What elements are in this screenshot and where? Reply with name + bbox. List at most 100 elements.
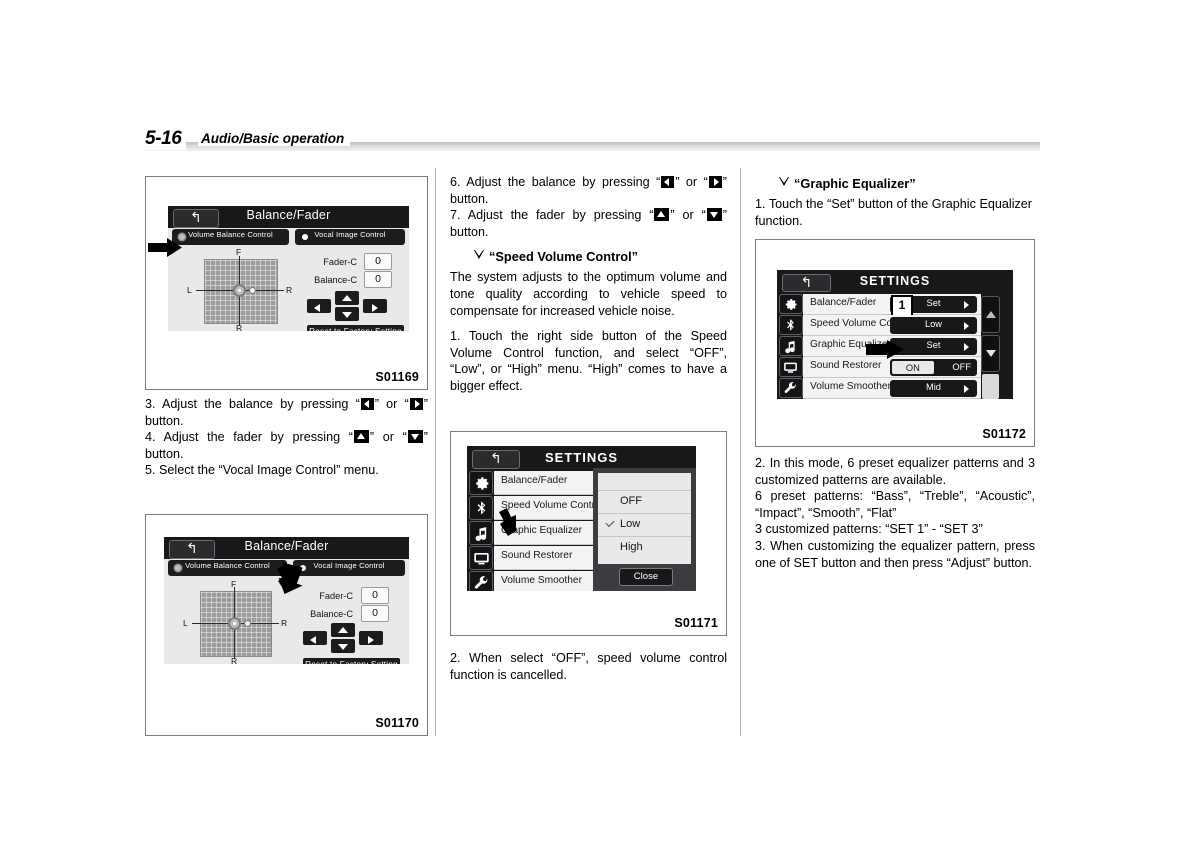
fader-value-box: 0 [361, 587, 389, 604]
reset-to-factory-setting-button[interactable]: Reset to Factory Setting [303, 658, 400, 664]
settings-row-volume-smoother[interactable]: Volume Smoother Mid [803, 378, 981, 399]
gear-icon[interactable] [469, 471, 493, 495]
scrollbar-up[interactable] [981, 296, 1000, 333]
screen-balance-fader-1: ↰ Balance/Fader Volume Balance Control V… [168, 206, 409, 331]
display-icon[interactable] [779, 357, 803, 377]
balance-value: 0 [372, 607, 378, 619]
tab-label: Volume Balance Control [188, 230, 273, 239]
pad-label-rear: R [231, 656, 238, 664]
bluetooth-icon[interactable] [469, 496, 493, 520]
fader-value-box: 0 [364, 253, 392, 270]
up-arrow-icon [654, 208, 670, 222]
tab-vocal-image-control[interactable]: Vocal Image Control [295, 229, 405, 245]
left-column-text: 3. Adjust the balance by pressing “ ” or … [145, 396, 428, 479]
right-arrow-icon [409, 398, 423, 410]
pad-label-left: L [183, 618, 188, 628]
scrollbar-thumb[interactable] [982, 374, 999, 399]
tab-volume-balance-control[interactable]: Volume Balance Control [172, 229, 289, 245]
figure-code: S01170 [375, 716, 419, 730]
balance-secondary-marker [249, 287, 256, 294]
balance-value: 0 [375, 273, 381, 285]
toggle-on-option[interactable]: ON [892, 361, 934, 374]
pad-label-rear: R [236, 323, 243, 331]
right-paragraph-1: 1. Touch the “Set” button of the Graphic… [755, 197, 1032, 228]
step-3-text-a: 3. Adjust the balance by pressing “ [145, 397, 360, 411]
page-number: 5-16 [145, 128, 187, 150]
reset-to-factory-setting-button[interactable]: Reset to Factory Setting [307, 325, 404, 331]
tab-label: Volume Balance Control [185, 561, 270, 570]
screen-title: SETTINGS [544, 450, 618, 465]
down-arrow-button[interactable] [335, 307, 359, 321]
screen-settings-2: ↰ SETTINGS Balance/Fader Set 1 Speed Vol… [777, 270, 1013, 399]
scrollbar-down[interactable] [981, 335, 1000, 372]
reset-label: Reset to Factory Setting [303, 660, 400, 664]
subhead-label: “Graphic Equalizer” [794, 176, 916, 191]
right-arrow-icon [708, 176, 722, 188]
up-arrow-icon [353, 430, 369, 444]
balance-secondary-marker [244, 620, 251, 627]
check-icon [605, 517, 615, 528]
mid-paragraph-1: The system adjusts to the optimum volume… [450, 270, 727, 318]
fader-label: Fader-C [323, 257, 357, 267]
balance-knob[interactable] [228, 617, 241, 630]
dropdown-option-off[interactable]: OFF [598, 491, 691, 514]
step-7-text-a: 7. Adjust the fader by pressing “ [450, 208, 654, 223]
figure-s01171: ↰ SETTINGS Balance/Fader Speed Volume Co… [450, 431, 727, 636]
wrench-icon[interactable] [469, 571, 493, 591]
left-arrow-button[interactable] [303, 631, 327, 645]
dropdown-option-low[interactable]: Low [598, 514, 691, 537]
tab-volume-balance-control[interactable]: Volume Balance Control [168, 560, 287, 576]
settings-row-balance-fader[interactable]: Balance/Fader Set 1 [803, 294, 981, 318]
triangle-bullet-icon [778, 177, 789, 186]
callout-arrow-1 [148, 238, 182, 257]
row-label: Volume Smoother [810, 381, 891, 392]
gear-icon[interactable] [779, 294, 803, 314]
step-6: 6. Adjust the balance by pressing “ ” or … [450, 174, 727, 207]
tab-label: Vocal Image Control [314, 230, 386, 239]
settings-sidebar [779, 294, 803, 399]
left-arrow-button[interactable] [307, 299, 331, 313]
figure-code: S01169 [375, 370, 419, 384]
column-divider-2 [740, 168, 741, 736]
mid-paragraph-3: 2. When select “OFF”, speed volume contr… [450, 651, 727, 682]
wrench-icon[interactable] [779, 378, 803, 398]
chevron-right-icon [964, 301, 969, 309]
settings-row-speed-volume-control[interactable]: Speed Volume Control Low [803, 315, 981, 336]
toggle-off-label[interactable]: OFF [952, 362, 971, 372]
subhead-label: “Speed Volume Control” [489, 249, 639, 265]
up-arrow-button[interactable] [335, 291, 359, 305]
figure-s01172: ↰ SETTINGS Balance/Fader Set 1 Speed Vol… [755, 239, 1035, 447]
row-toggle-sound-restorer[interactable]: ON OFF [890, 359, 977, 376]
pad-label-right: R [286, 285, 293, 295]
up-arrow-button[interactable] [331, 623, 355, 637]
bluetooth-icon[interactable] [779, 315, 803, 335]
close-label: Close [633, 571, 659, 582]
fader-value: 0 [375, 255, 381, 267]
scroll-up-icon [985, 311, 996, 318]
row-label: Sound Restorer [810, 360, 882, 371]
right-arrow-button[interactable] [363, 299, 387, 313]
right-arrow-button[interactable] [359, 631, 383, 645]
down-arrow-button[interactable] [331, 639, 355, 653]
scroll-down-icon [985, 350, 996, 357]
dropdown-option-high[interactable]: High [598, 537, 691, 559]
music-note-icon[interactable] [779, 336, 803, 356]
figure-s01169: ↰ Balance/Fader Volume Balance Control V… [145, 176, 428, 390]
balance-value-box: 0 [361, 605, 389, 622]
music-note-icon[interactable] [469, 521, 493, 545]
option-label: Low [620, 518, 641, 530]
row-control-mid[interactable]: Mid [890, 380, 977, 397]
row-control-low[interactable]: Low [890, 317, 977, 334]
chevron-right-icon [964, 322, 969, 330]
figure-code: S01172 [982, 427, 1026, 441]
right-paragraph-3: 6 preset patterns: “Bass”, “Treble”, “Ac… [755, 489, 1035, 520]
settings-sidebar [469, 471, 493, 591]
close-button[interactable]: Close [619, 568, 673, 586]
settings-row-sound-restorer[interactable]: Sound Restorer ON OFF [803, 357, 981, 378]
right-column-text-bottom: 2. In this mode, 6 preset equalizer patt… [755, 455, 1035, 571]
tab-row: Volume Balance Control Vocal Image Contr… [168, 229, 409, 246]
balance-knob[interactable] [233, 284, 246, 297]
display-icon[interactable] [469, 546, 493, 570]
pad-label-right: R [281, 618, 288, 628]
step-4-text-a: 4. Adjust the fader by pressing “ [145, 430, 353, 445]
